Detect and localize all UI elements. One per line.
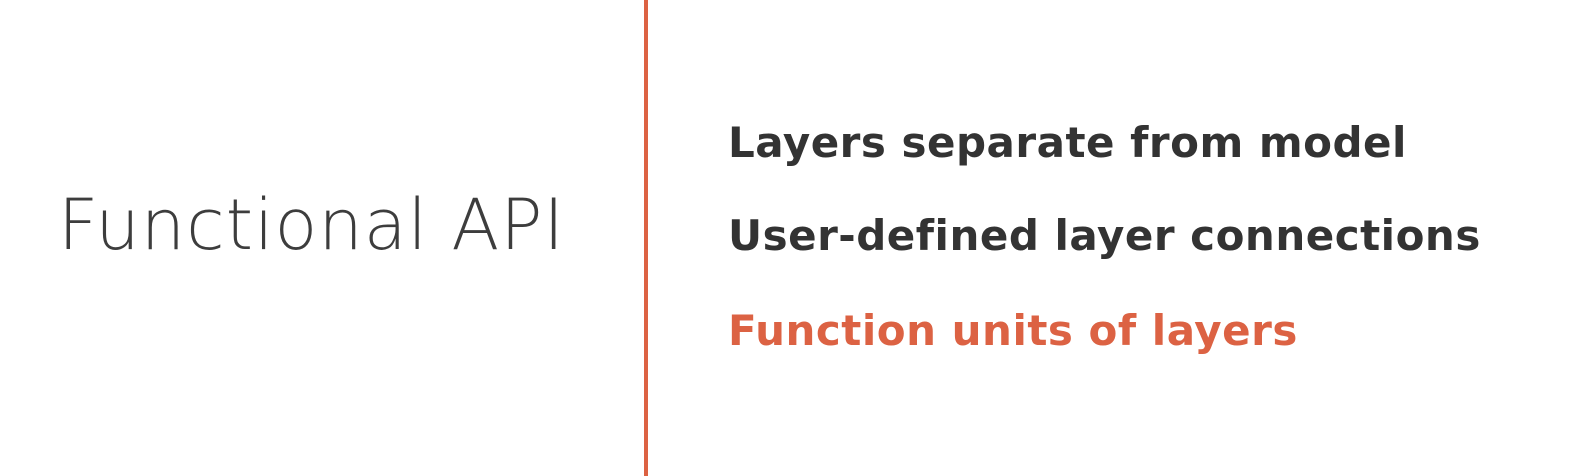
bullet-item: Layers separate from model bbox=[728, 118, 1407, 167]
divider-line bbox=[644, 0, 648, 476]
slide-title: Functional API bbox=[58, 184, 566, 266]
bullet-item-active: Function units of layers bbox=[728, 306, 1298, 355]
bullet-item: User-defined layer connections bbox=[728, 211, 1481, 260]
